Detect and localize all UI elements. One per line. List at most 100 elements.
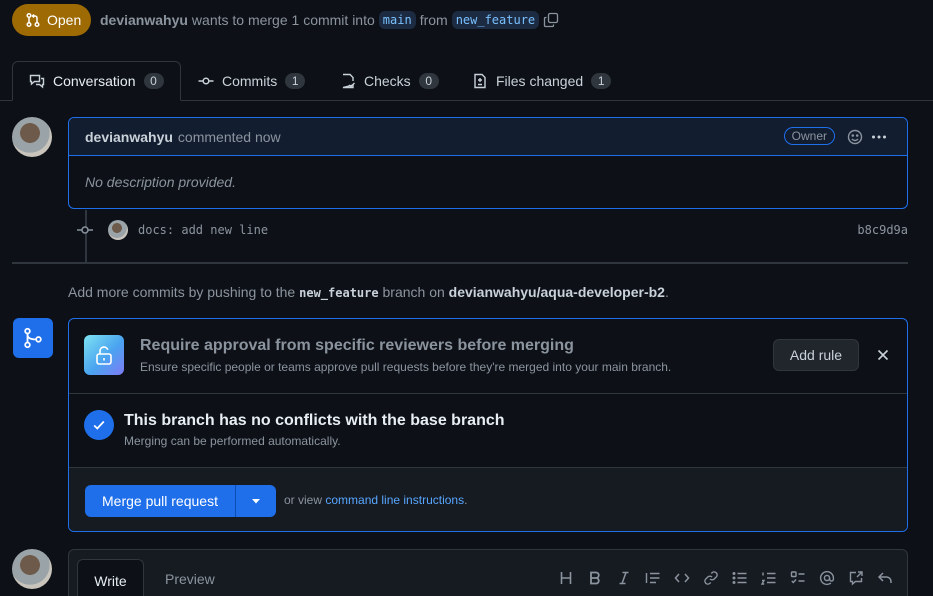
merge-box: Require approval from specific reviewers… bbox=[68, 318, 908, 532]
tab-counter: 1 bbox=[591, 73, 612, 89]
task-list-button[interactable] bbox=[783, 568, 812, 588]
reply-icon bbox=[877, 572, 892, 583]
check-circle bbox=[84, 410, 114, 440]
tab-preview[interactable]: Preview bbox=[165, 571, 215, 587]
rule-prompt-title: Require approval from specific reviewers… bbox=[140, 337, 574, 354]
conflict-status-description: Merging can be performed automatically. bbox=[124, 434, 341, 448]
close-icon[interactable] bbox=[875, 347, 891, 363]
tab-label: Commits bbox=[222, 73, 278, 89]
git-pull-request-icon bbox=[26, 12, 40, 28]
cross-reference-button[interactable] bbox=[841, 568, 870, 588]
merge-status-icon bbox=[13, 318, 53, 358]
git-merge-icon bbox=[24, 327, 42, 349]
kebab-horizontal-icon[interactable] bbox=[871, 129, 887, 145]
comment-body: No description provided. bbox=[85, 174, 236, 190]
author-avatar[interactable] bbox=[12, 117, 52, 157]
merge-pull-request-button[interactable]: Merge pull request bbox=[85, 485, 235, 517]
tab-counter: 1 bbox=[285, 73, 306, 89]
comment-timestamp[interactable]: commented now bbox=[178, 129, 281, 145]
italic-button[interactable] bbox=[609, 568, 638, 588]
base-branch-ref[interactable]: main bbox=[378, 11, 416, 29]
heading-button[interactable] bbox=[551, 568, 580, 588]
push-hint-middle: branch on bbox=[382, 284, 445, 300]
file-diff-icon bbox=[474, 73, 486, 89]
push-hint-suffix: . bbox=[664, 284, 669, 300]
commit-author-avatar[interactable] bbox=[108, 220, 128, 240]
pr-state-label: Open bbox=[47, 12, 82, 28]
code-button[interactable] bbox=[667, 568, 696, 588]
comment-author[interactable]: devianwahyu bbox=[85, 129, 173, 145]
smiley-icon[interactable] bbox=[847, 129, 863, 145]
lock-tile bbox=[84, 335, 124, 375]
link-icon bbox=[703, 571, 718, 585]
quote-button[interactable] bbox=[638, 568, 667, 588]
timeline-commit: docs: add new line b8c9d9a bbox=[76, 219, 908, 241]
push-hint-branch: new_feature bbox=[299, 286, 379, 300]
push-hint-prefix: Add more commits by pushing to the bbox=[68, 284, 296, 300]
merge-button-group: Merge pull request bbox=[85, 485, 276, 517]
or-view-suffix: . bbox=[464, 493, 468, 507]
pr-author-link[interactable]: devianwahyu bbox=[100, 12, 188, 28]
owner-badge: Owner bbox=[783, 127, 835, 145]
unlock-icon bbox=[96, 346, 112, 365]
comment-header: devianwahyu commented now Owner bbox=[69, 118, 907, 156]
conflict-status: This branch has no conflicts with the ba… bbox=[69, 394, 907, 468]
ordered-list-button[interactable] bbox=[754, 568, 783, 588]
timeline-divider bbox=[12, 262, 908, 264]
bold-icon bbox=[589, 571, 600, 585]
pr-description-comment: devianwahyu commented now Owner No descr… bbox=[68, 117, 908, 209]
push-hint-repo: devianwahyu/aqua-developer-b2 bbox=[448, 284, 665, 300]
checklist-icon bbox=[342, 73, 356, 89]
comment-composer: Write Preview bbox=[68, 549, 908, 596]
command-line-hint: or view command line instructions. bbox=[284, 493, 467, 507]
reply-button[interactable] bbox=[870, 568, 899, 588]
add-rule-button[interactable]: Add rule bbox=[773, 339, 859, 371]
command-line-instructions-link[interactable]: command line instructions bbox=[325, 493, 464, 507]
list-unordered-icon bbox=[732, 572, 746, 584]
tab-checks[interactable]: Checks 0 bbox=[324, 61, 455, 101]
pr-state-badge: Open bbox=[12, 4, 91, 36]
or-view-text: or view bbox=[284, 493, 323, 507]
unordered-list-button[interactable] bbox=[725, 568, 754, 588]
triangle-down-icon bbox=[252, 499, 260, 504]
tasklist-icon bbox=[790, 571, 804, 584]
tab-files-changed[interactable]: Files changed 1 bbox=[456, 61, 627, 101]
pr-from-text: from bbox=[419, 12, 448, 28]
quote-icon bbox=[645, 572, 659, 584]
branch-rule-prompt: Require approval from specific reviewers… bbox=[69, 319, 907, 394]
merge-method-dropdown[interactable] bbox=[235, 485, 276, 517]
mention-button[interactable] bbox=[812, 568, 841, 588]
tab-conversation[interactable]: Conversation 0 bbox=[12, 61, 181, 101]
rule-prompt-description: Ensure specific people or teams approve … bbox=[140, 360, 672, 374]
tab-label: Checks bbox=[364, 73, 411, 89]
tab-label: Files changed bbox=[496, 73, 584, 89]
tab-counter: 0 bbox=[418, 73, 439, 89]
push-hint: Add more commits by pushing to the new_f… bbox=[68, 284, 669, 300]
pr-meta: devianwahyu wants to merge 1 commit into… bbox=[100, 11, 559, 29]
code-icon bbox=[674, 573, 689, 583]
tab-commits[interactable]: Commits 1 bbox=[182, 61, 321, 101]
conflict-status-title: This branch has no conflicts with the ba… bbox=[124, 412, 505, 429]
bold-button[interactable] bbox=[580, 568, 609, 588]
head-branch-ref[interactable]: new_feature bbox=[451, 11, 540, 29]
mention-icon bbox=[819, 570, 834, 586]
check-icon bbox=[93, 420, 105, 430]
comment-discussion-icon bbox=[29, 74, 45, 89]
git-commit-icon bbox=[77, 226, 93, 234]
heading-icon bbox=[560, 572, 571, 584]
tab-write[interactable]: Write bbox=[77, 559, 144, 596]
italic-icon bbox=[619, 571, 628, 585]
merge-actions: Merge pull request or view command line … bbox=[69, 468, 907, 531]
commit-sha-link[interactable]: b8c9d9a bbox=[857, 223, 908, 237]
current-user-avatar[interactable] bbox=[12, 549, 52, 589]
git-commit-icon bbox=[198, 77, 214, 85]
pr-merge-text: wants to merge 1 commit into bbox=[191, 12, 375, 28]
list-ordered-icon bbox=[760, 572, 775, 585]
link-button[interactable] bbox=[696, 568, 725, 588]
tab-label: Conversation bbox=[53, 73, 136, 89]
commit-message-link[interactable]: docs: add new line bbox=[138, 223, 268, 237]
tab-counter: 0 bbox=[143, 73, 164, 89]
markdown-toolbar bbox=[551, 568, 899, 588]
cross-reference-icon bbox=[849, 571, 863, 586]
copy-icon[interactable] bbox=[543, 12, 559, 28]
